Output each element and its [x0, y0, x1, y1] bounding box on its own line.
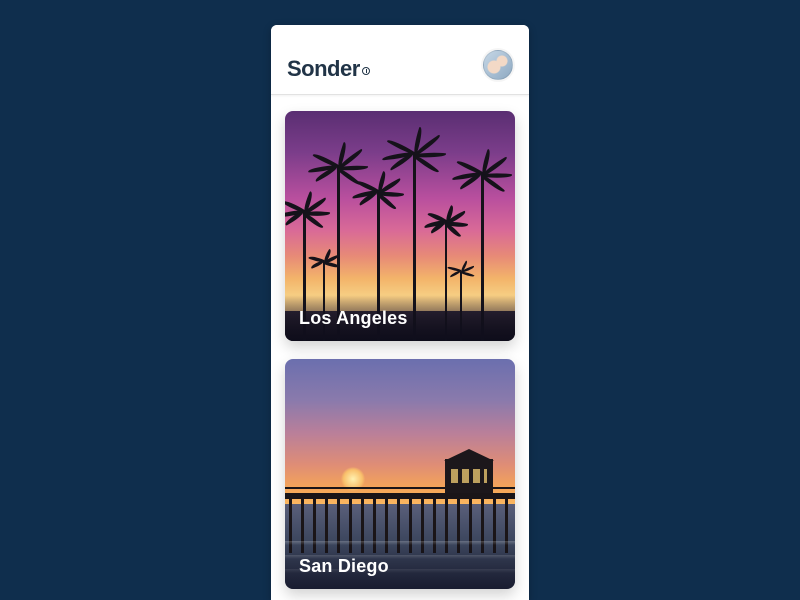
- brand-mark-icon: [362, 67, 370, 75]
- destination-feed[interactable]: Los Angeles: [271, 95, 529, 600]
- avatar[interactable]: [483, 50, 513, 80]
- brand-name: Sonder: [287, 56, 360, 82]
- destination-label: San Diego: [285, 544, 515, 589]
- brand: Sonder: [287, 56, 370, 82]
- destination-card-los-angeles[interactable]: Los Angeles: [285, 111, 515, 341]
- destination-label: Los Angeles: [285, 296, 515, 341]
- app-frame: Sonder Los Angeles: [271, 25, 529, 600]
- app-header: Sonder: [271, 25, 529, 95]
- destination-card-san-diego[interactable]: San Diego: [285, 359, 515, 589]
